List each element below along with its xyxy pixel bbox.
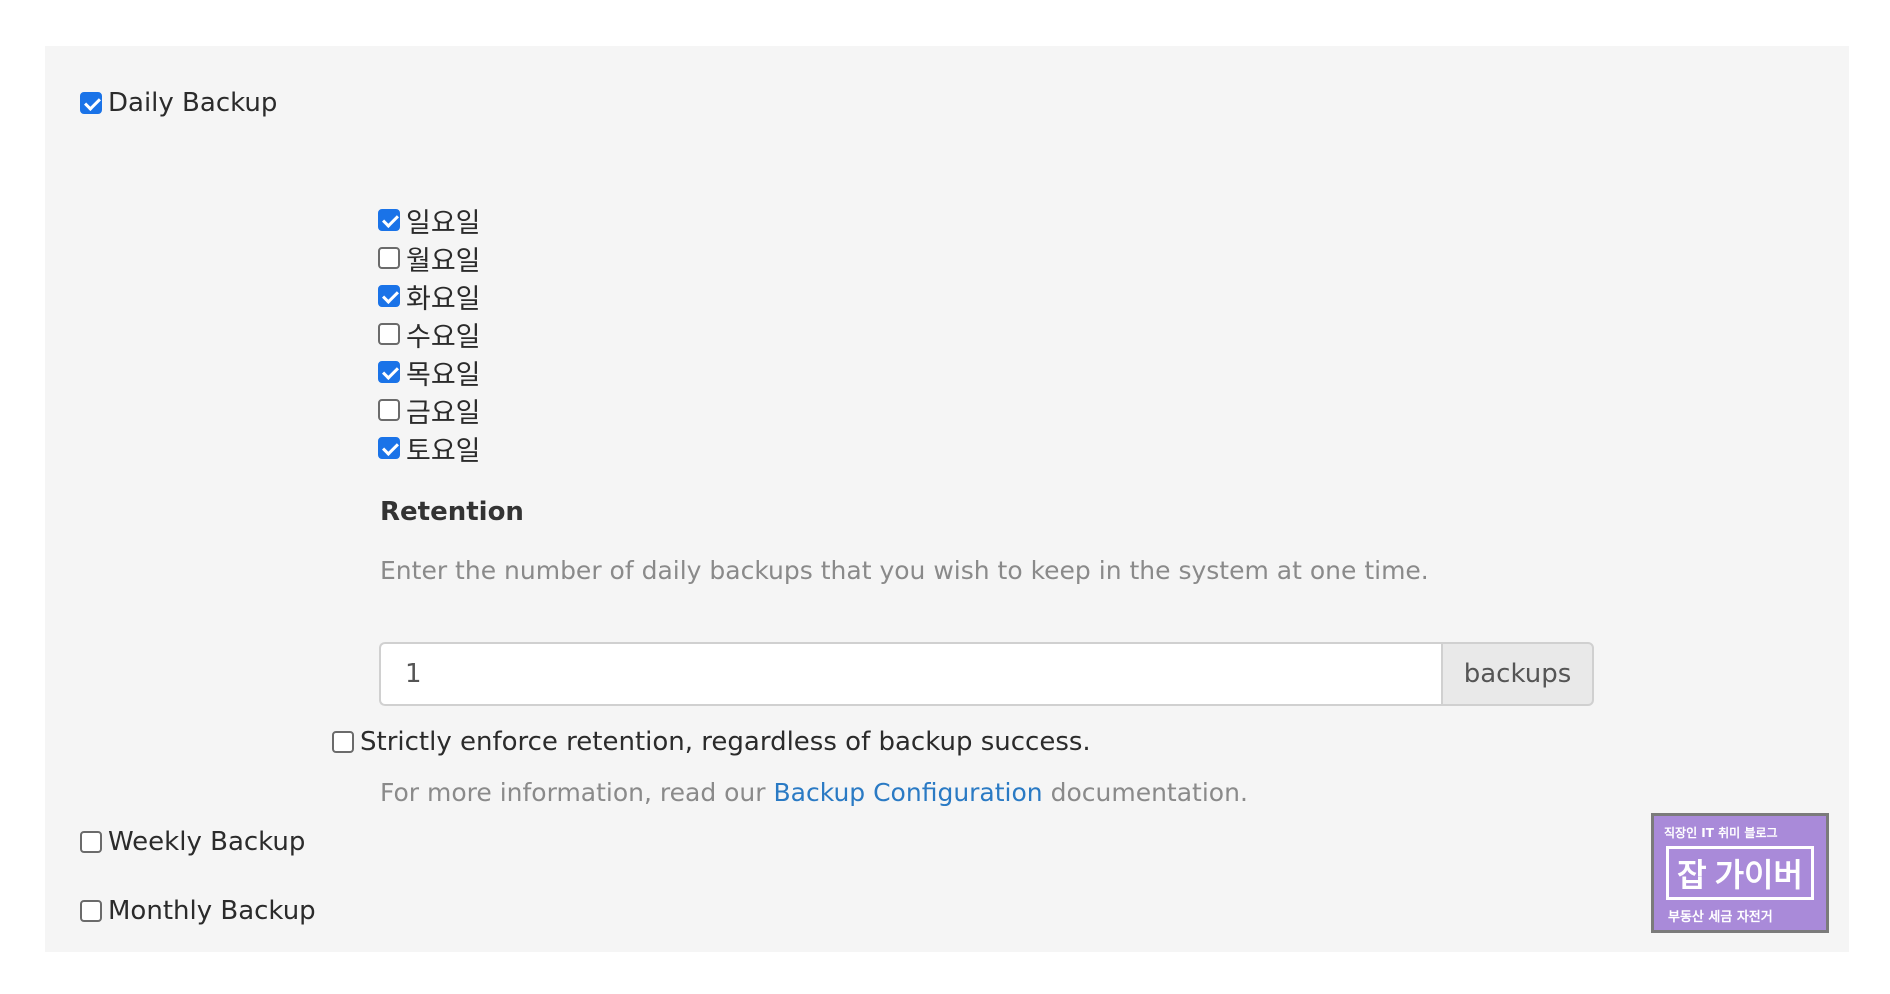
watermark-mid-b: 가이버 bbox=[1714, 856, 1803, 894]
strict-retention-checkbox[interactable] bbox=[332, 731, 354, 753]
monthly-backup-option[interactable]: Monthly Backup bbox=[80, 896, 316, 926]
daily-backup-option[interactable]: Daily Backup bbox=[80, 88, 277, 118]
day-sunday-checkbox[interactable] bbox=[378, 209, 400, 231]
day-sunday[interactable]: 일요일 bbox=[378, 201, 481, 239]
retention-count-input[interactable] bbox=[379, 642, 1441, 706]
day-monday-checkbox[interactable] bbox=[378, 247, 400, 269]
info-suffix: documentation. bbox=[1042, 778, 1248, 807]
day-tuesday-label: 화요일 bbox=[406, 283, 481, 315]
day-wednesday-checkbox[interactable] bbox=[378, 323, 400, 345]
retention-unit-addon: backups bbox=[1441, 642, 1594, 706]
retention-description: Enter the number of daily backups that y… bbox=[380, 556, 1429, 585]
day-thursday-checkbox[interactable] bbox=[378, 361, 400, 383]
day-monday-label: 월요일 bbox=[406, 245, 481, 277]
day-wednesday-label: 수요일 bbox=[406, 321, 481, 353]
info-text: For more information, read our Backup Co… bbox=[380, 778, 1248, 807]
weekday-list: 일요일 월요일 화요일 수요일 목요일 금요일 토요일 bbox=[378, 201, 481, 467]
backup-settings-panel: Daily Backup 일요일 월요일 화요일 수요일 목요일 금요일 토요일… bbox=[45, 46, 1849, 952]
day-saturday[interactable]: 토요일 bbox=[378, 429, 481, 467]
day-monday[interactable]: 월요일 bbox=[378, 239, 481, 277]
weekly-backup-label: Weekly Backup bbox=[108, 827, 306, 857]
strict-retention-option[interactable]: Strictly enforce retention, regardless o… bbox=[332, 727, 1091, 757]
weekly-backup-checkbox[interactable] bbox=[80, 831, 102, 853]
day-friday-label: 금요일 bbox=[406, 397, 481, 429]
daily-backup-label: Daily Backup bbox=[108, 88, 278, 118]
day-wednesday[interactable]: 수요일 bbox=[378, 315, 481, 353]
day-tuesday-checkbox[interactable] bbox=[378, 285, 400, 307]
monthly-backup-checkbox[interactable] bbox=[80, 900, 102, 922]
backup-configuration-link[interactable]: Backup Configuration bbox=[774, 778, 1043, 807]
day-thursday-label: 목요일 bbox=[406, 359, 481, 391]
day-tuesday[interactable]: 화요일 bbox=[378, 277, 481, 315]
day-sunday-label: 일요일 bbox=[406, 207, 481, 239]
day-saturday-checkbox[interactable] bbox=[378, 437, 400, 459]
day-friday[interactable]: 금요일 bbox=[378, 391, 481, 429]
watermark-logo: 직장인 IT 취미 블로그 잡 가이버 부동산 세금 자전거 bbox=[1651, 813, 1829, 933]
watermark-mid-a: 잡 bbox=[1677, 856, 1707, 894]
watermark-bottom-text: 부동산 세금 자전거 bbox=[1668, 910, 1773, 925]
watermark-top-text: 직장인 IT 취미 블로그 bbox=[1664, 826, 1778, 840]
weekly-backup-option[interactable]: Weekly Backup bbox=[80, 827, 305, 857]
daily-backup-checkbox[interactable] bbox=[80, 92, 102, 114]
retention-title: Retention bbox=[380, 497, 524, 527]
monthly-backup-label: Monthly Backup bbox=[108, 896, 316, 926]
day-thursday[interactable]: 목요일 bbox=[378, 353, 481, 391]
retention-input-group: backups bbox=[379, 642, 1594, 706]
watermark-mid: 잡 가이버 bbox=[1666, 846, 1814, 900]
strict-retention-label: Strictly enforce retention, regardless o… bbox=[360, 727, 1091, 757]
info-prefix: For more information, read our bbox=[380, 778, 774, 807]
day-friday-checkbox[interactable] bbox=[378, 399, 400, 421]
day-saturday-label: 토요일 bbox=[406, 435, 481, 467]
